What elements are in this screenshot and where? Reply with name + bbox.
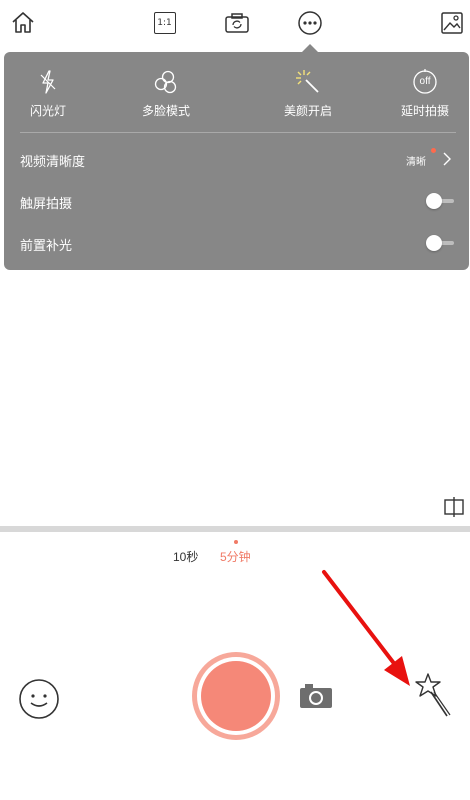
flash-off-icon (33, 68, 63, 96)
annotation-arrow (322, 570, 410, 686)
multi-face-option-label: 多脸模式 (141, 104, 190, 118)
beauty-sparkle-icon (293, 68, 323, 96)
menu-caret (302, 44, 318, 52)
record-button[interactable] (192, 652, 280, 740)
aspect-ratio-button[interactable]: 1:1 (150, 8, 180, 38)
video-quality-value: 清晰 (406, 157, 426, 168)
split-screen-icon[interactable] (443, 496, 465, 518)
selected-duration-dot (234, 540, 238, 544)
front-fill-light-row: 前置补光 (20, 228, 456, 258)
viewfinder-divider (0, 526, 470, 532)
timer-option[interactable]: off 延时拍摄 (385, 68, 465, 118)
touch-capture-toggle[interactable] (426, 193, 456, 209)
aspect-ratio-label: 1:1 (157, 17, 172, 28)
timer-option-label: 延时拍摄 (400, 104, 449, 118)
face-sticker-icon[interactable] (18, 678, 60, 720)
touch-capture-row: 触屏拍摄 (20, 186, 456, 216)
flash-option[interactable]: 闪光灯 (8, 68, 88, 118)
duration-selector: 10秒 5分钟 (0, 536, 470, 566)
beauty-option[interactable]: 美颜开启 (268, 68, 348, 118)
magic-wand-icon[interactable] (414, 672, 454, 720)
beauty-option-label: 美颜开启 (283, 104, 332, 118)
video-quality-row[interactable]: 视频清晰度 清晰 (20, 144, 456, 174)
video-quality-label: 视频清晰度 (20, 154, 86, 169)
touch-capture-label: 触屏拍摄 (20, 196, 73, 211)
duration-10s[interactable]: 10秒 (173, 548, 198, 565)
camera-viewfinder[interactable] (0, 270, 470, 526)
front-fill-light-toggle[interactable] (426, 235, 456, 251)
flash-option-label: 闪光灯 (29, 104, 66, 118)
switch-camera-icon[interactable] (222, 8, 252, 38)
multi-face-icon (151, 68, 181, 96)
more-options-icon[interactable] (295, 8, 325, 38)
front-fill-light-label: 前置补光 (20, 238, 73, 253)
multi-face-option[interactable]: 多脸模式 (126, 68, 206, 118)
chevron-right-icon (443, 152, 451, 166)
top-toolbar: 1:1 (0, 0, 470, 48)
menu-divider (20, 132, 456, 133)
settings-dropdown-menu: 闪光灯 多脸模式 美颜开启 off 延时拍摄 视频清晰度 清晰 触屏拍摄 前置补… (4, 52, 469, 270)
timer-off-icon: off (410, 68, 440, 96)
gallery-icon[interactable] (437, 8, 467, 38)
home-icon[interactable] (8, 8, 38, 38)
duration-5min[interactable]: 5分钟 (220, 548, 251, 565)
new-indicator-dot (431, 148, 436, 153)
timer-off-badge: off (419, 76, 431, 87)
